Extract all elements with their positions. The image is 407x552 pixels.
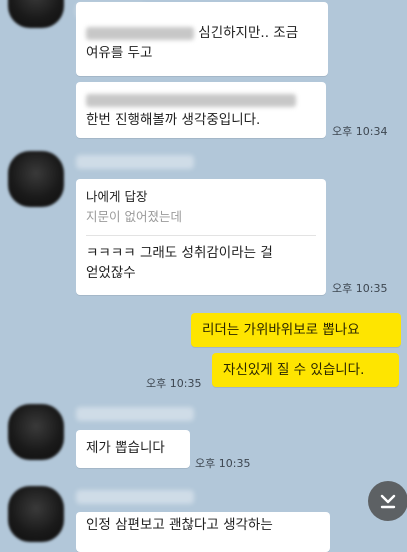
avatar[interactable] <box>8 404 64 460</box>
message-bubble[interactable]: 한번 진행해볼까 생각중입니다. <box>76 82 326 138</box>
blurred-text <box>86 26 194 40</box>
message-bubble[interactable]: 제가 뽑습니다 <box>76 430 190 468</box>
message-time: 오후 10:35 <box>195 457 251 470</box>
message-time: 오후 10:35 <box>332 282 388 295</box>
sender-name <box>76 155 194 169</box>
message-line <box>86 90 316 110</box>
avatar[interactable] <box>8 486 64 542</box>
message-text: 리더는 가위바위보로 뽑나요 <box>202 322 360 338</box>
my-message-bubble[interactable]: 자신있게 질 수 있습니다. <box>212 353 399 387</box>
scroll-to-bottom-button[interactable] <box>368 481 407 521</box>
message-text: 제가 뽑습니다 <box>86 440 165 456</box>
message-text: 인정 삼편보고 괜찮다고 생각하는 <box>86 517 273 533</box>
my-message-bubble[interactable]: 리더는 가위바위보로 뽑나요 <box>191 313 401 347</box>
message-text: 여유를 두고 <box>86 45 153 61</box>
chevron-down-icon <box>380 494 396 509</box>
blurred-text <box>86 93 296 107</box>
reply-divider <box>86 235 316 236</box>
message-text: 얻었잖수 <box>86 265 136 281</box>
sender-name <box>76 490 194 504</box>
reply-quote: 지문이 없어졌는데 <box>86 209 182 224</box>
sender-name <box>76 407 194 421</box>
reply-header: 나에게 답장 <box>86 189 148 204</box>
message-bubble[interactable]: 심긴하지만.. 조금 여유를 두고 <box>76 2 328 76</box>
message-text: ㅋㅋㅋㅋ 그래도 성취감이라는 걸 <box>86 245 273 261</box>
message-time: 오후 10:34 <box>332 125 388 138</box>
reply-message-bubble[interactable]: 나에게 답장 지문이 없어졌는데 ㅋㅋㅋㅋ 그래도 성취감이라는 걸 얻었잖수 <box>76 179 326 295</box>
avatar[interactable] <box>8 0 64 28</box>
avatar[interactable] <box>8 151 64 207</box>
message-bubble[interactable]: 인정 삼편보고 괜찮다고 생각하는 <box>76 512 330 552</box>
message-time: 오후 10:35 <box>146 377 202 390</box>
message-text: 자신있게 질 수 있습니다. <box>223 362 365 378</box>
message-text: 한번 진행해볼까 생각중입니다. <box>86 112 261 128</box>
message-line: 심긴하지만.. 조금 <box>86 23 318 43</box>
message-text: 심긴하지만.. 조금 <box>198 25 299 41</box>
